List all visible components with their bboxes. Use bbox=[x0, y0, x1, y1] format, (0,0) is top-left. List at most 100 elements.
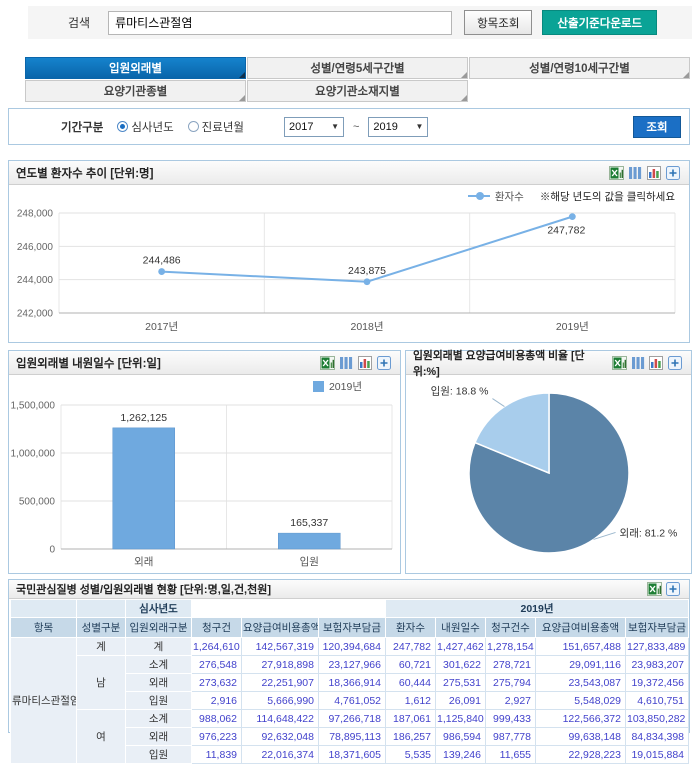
value-cell: 301,622 bbox=[436, 656, 486, 674]
value-cell: 22,016,374 bbox=[242, 746, 319, 764]
value-cell: 19,372,456 bbox=[626, 674, 689, 692]
value-cell: 27,918,898 bbox=[242, 656, 319, 674]
value-cell: 5,535 bbox=[386, 746, 436, 764]
expand-icon[interactable] bbox=[666, 582, 682, 596]
value-cell: 11,655 bbox=[486, 746, 536, 764]
tab-institution-region[interactable]: 요양기관소재지별 bbox=[247, 80, 468, 102]
table-title-bar: 국민관심질병 성별/입원외래별 현황 [단위:명,일,건,천원] bbox=[9, 580, 689, 599]
svg-text:입원: 입원 bbox=[300, 555, 319, 568]
search-bar: 검색 항목조회 산출기준다운로드 bbox=[28, 6, 692, 39]
value-cell: 2,916 bbox=[192, 692, 242, 710]
table-icon[interactable] bbox=[631, 356, 647, 370]
visit-days-bar-chart[interactable]: 0500,0001,000,0001,500,0001,262,125외래165… bbox=[9, 397, 400, 573]
trend-legend-row: 환자수 ※해당 년도의 값을 클릭하세요 bbox=[9, 185, 689, 207]
table-body: 류마티스관절염계계1,264,610142,567,319120,394,684… bbox=[11, 638, 689, 764]
gender-cell: 여 bbox=[77, 710, 126, 764]
header-2019: 2019년 bbox=[386, 600, 689, 618]
chart-icon[interactable] bbox=[358, 356, 374, 370]
svg-text:244,486: 244,486 bbox=[143, 255, 181, 267]
tab-gender-age10[interactable]: 성별/연령10세구간별 bbox=[469, 57, 690, 79]
table-row: 류마티스관절염계계1,264,610142,567,319120,394,684… bbox=[11, 638, 689, 656]
value-cell: 23,983,207 bbox=[626, 656, 689, 674]
value-cell: 1,278,154 bbox=[486, 638, 536, 656]
value-cell: 5,666,990 bbox=[242, 692, 319, 710]
value-cell: 273,632 bbox=[192, 674, 242, 692]
search-input[interactable] bbox=[108, 11, 452, 35]
item-lookup-button[interactable]: 항목조회 bbox=[464, 10, 532, 35]
query-button[interactable]: 조회 bbox=[633, 116, 681, 138]
expand-icon[interactable] bbox=[666, 166, 682, 180]
table-icon[interactable] bbox=[339, 356, 355, 370]
table-icon[interactable] bbox=[628, 166, 644, 180]
value-cell: 247,782 bbox=[386, 638, 436, 656]
radio-icon bbox=[188, 121, 199, 132]
value-cell: 92,632,048 bbox=[242, 728, 319, 746]
value-cell: 151,657,488 bbox=[536, 638, 626, 656]
value-cell: 18,366,914 bbox=[319, 674, 386, 692]
chart-icon[interactable] bbox=[647, 166, 663, 180]
summary-table-panel: 국민관심질병 성별/입원외래별 현황 [단위:명,일,건,천원] 심사년도 20… bbox=[8, 579, 690, 733]
radio-review-year[interactable]: 심사년도 bbox=[117, 119, 173, 135]
value-cell: 139,246 bbox=[436, 746, 486, 764]
tab-institution-type[interactable]: 요양기관종별 bbox=[25, 80, 246, 102]
value-cell: 2,927 bbox=[486, 692, 536, 710]
value-cell: 127,833,489 bbox=[626, 638, 689, 656]
value-cell: 84,834,398 bbox=[626, 728, 689, 746]
value-cell: 11,839 bbox=[192, 746, 242, 764]
tab-gender-age5[interactable]: 성별/연령5세구간별 bbox=[247, 57, 468, 79]
cost-ratio-pie-chart[interactable]: 외래: 81.2 %입원: 18.8 % bbox=[406, 377, 689, 575]
tab-row-2: 요양기관종별 요양기관소재지별 bbox=[25, 80, 692, 102]
value-cell: 26,091 bbox=[436, 692, 486, 710]
value-cell: 1,125,840 bbox=[436, 710, 486, 728]
value-cell: 4,610,751 bbox=[626, 692, 689, 710]
criteria-download-button[interactable]: 산출기준다운로드 bbox=[542, 10, 657, 35]
inout-type-cell: 소계 bbox=[126, 656, 192, 674]
value-cell: 60,444 bbox=[386, 674, 436, 692]
svg-text:1,000,000: 1,000,000 bbox=[11, 449, 56, 460]
excel-icon[interactable] bbox=[647, 582, 663, 596]
chevron-down-icon: ▼ bbox=[331, 122, 339, 131]
value-cell: 23,127,966 bbox=[319, 656, 386, 674]
value-cell: 18,371,605 bbox=[319, 746, 386, 764]
value-cell: 103,850,282 bbox=[626, 710, 689, 728]
bar-chart-title-bar: 입원외래별 내원일수 [단위:일] bbox=[9, 351, 400, 375]
table-row: 남소계276,54827,918,89823,127,96660,721301,… bbox=[11, 656, 689, 674]
inout-type-cell: 입원 bbox=[126, 746, 192, 764]
legend-item: 2019년 bbox=[313, 379, 362, 394]
table-row: 여소계988,062114,648,42297,266,718187,0611,… bbox=[11, 710, 689, 728]
excel-icon[interactable] bbox=[320, 356, 336, 370]
value-cell: 99,638,148 bbox=[536, 728, 626, 746]
svg-text:242,000: 242,000 bbox=[17, 309, 54, 320]
year-from-select[interactable]: 2017 ▼ bbox=[284, 117, 344, 137]
search-label: 검색 bbox=[68, 14, 90, 31]
value-cell: 120,394,684 bbox=[319, 638, 386, 656]
chart-icon[interactable] bbox=[649, 356, 665, 370]
patients-trend-line-chart[interactable]: 242,000244,000246,000248,0002017년2018년20… bbox=[9, 207, 685, 341]
bar-legend-row: 2019년 bbox=[9, 375, 400, 397]
svg-text:165,337: 165,337 bbox=[290, 517, 328, 529]
value-cell: 23,543,087 bbox=[536, 674, 626, 692]
chevron-down-icon: ▼ bbox=[416, 122, 424, 131]
inout-type-cell: 입원 bbox=[126, 692, 192, 710]
excel-icon[interactable] bbox=[609, 166, 625, 180]
excel-icon[interactable] bbox=[612, 356, 628, 370]
inout-type-cell: 외래 bbox=[126, 728, 192, 746]
value-cell: 976,223 bbox=[192, 728, 242, 746]
expand-icon[interactable] bbox=[668, 356, 684, 370]
item-cell: 류마티스관절염 bbox=[11, 638, 77, 764]
value-cell: 78,895,113 bbox=[319, 728, 386, 746]
svg-text:1,262,125: 1,262,125 bbox=[120, 412, 167, 424]
svg-text:500,000: 500,000 bbox=[19, 497, 56, 508]
click-hint-note: ※해당 년도의 값을 클릭하세요 bbox=[540, 189, 675, 204]
value-cell: 1,264,610 bbox=[192, 638, 242, 656]
value-cell: 4,761,052 bbox=[319, 692, 386, 710]
panel-title: 입원외래별 요양급여비용총액 비율 [단위:%] bbox=[413, 347, 609, 379]
value-cell: 275,794 bbox=[486, 674, 536, 692]
tab-row-1: 입원외래별 성별/연령5세구간별 성별/연령10세구간별 bbox=[25, 57, 692, 79]
tab-inout[interactable]: 입원외래별 bbox=[25, 57, 246, 79]
svg-text:247,782: 247,782 bbox=[547, 225, 585, 237]
year-to-select[interactable]: 2019 ▼ bbox=[368, 117, 428, 137]
expand-icon[interactable] bbox=[377, 356, 393, 370]
value-cell: 29,091,116 bbox=[536, 656, 626, 674]
radio-treatment-month[interactable]: 진료년월 bbox=[188, 119, 244, 135]
